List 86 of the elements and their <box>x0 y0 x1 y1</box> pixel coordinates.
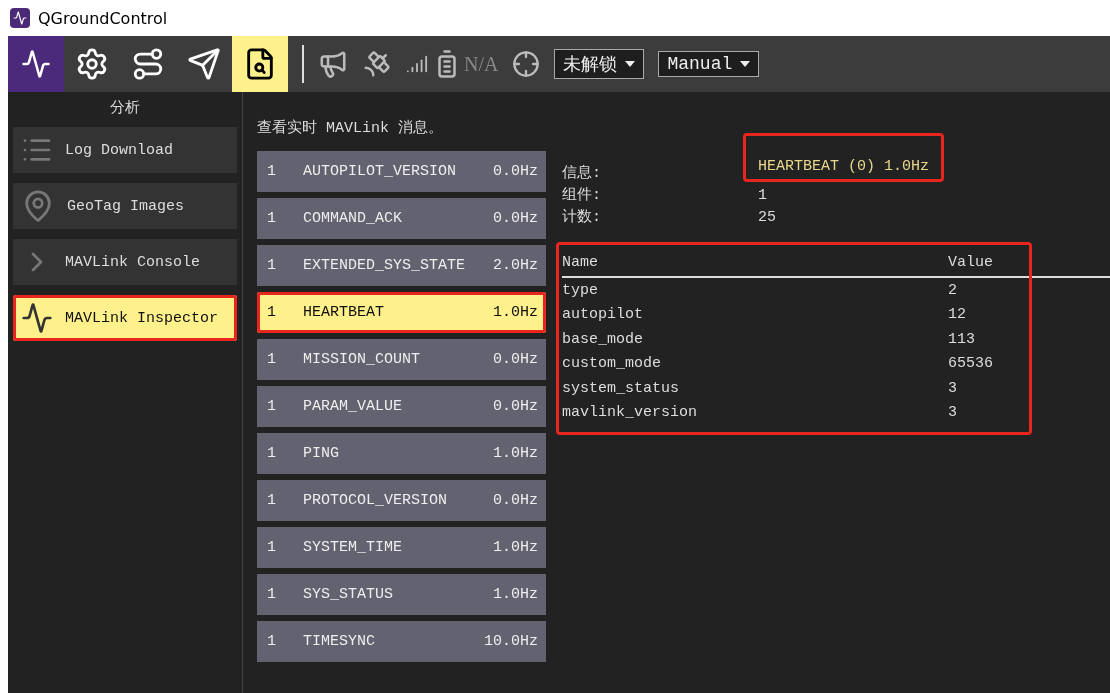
megaphone-icon[interactable] <box>318 49 348 79</box>
component-id: 1 <box>267 586 277 603</box>
table-cell-text: 3 <box>948 404 958 422</box>
sidebar-title: 分析 <box>110 99 140 117</box>
component-id: 1 <box>267 492 277 509</box>
table-cell-text: 12 <box>948 306 967 324</box>
toolbar-button[interactable] <box>8 36 64 92</box>
paper-plane-icon <box>187 47 221 81</box>
logo-icon <box>21 49 51 79</box>
message-name: SYSTEM_TIME <box>303 539 404 556</box>
message-name: COMMAND_ACK <box>303 210 404 227</box>
sidebar-item[interactable]: MAVLink Console <box>13 239 237 285</box>
message-rate: 0.0Hz <box>493 210 538 227</box>
detail-label: 信息: <box>562 164 602 182</box>
table-cell-text: 2 <box>948 281 958 299</box>
caret-icon <box>625 61 636 67</box>
column-header: Name <box>562 253 599 271</box>
message-row[interactable]: 1 EXTENDED_SYS_STATE 2.0Hz <box>257 245 546 286</box>
caret-icon <box>740 61 751 67</box>
message-rate: 1.0Hz <box>493 539 538 556</box>
message-name: AUTOPILOT_VERSION <box>303 163 458 180</box>
detail-value: HEARTBEAT (0) 1.0Hz <box>743 133 945 182</box>
component-id: 1 <box>267 633 277 650</box>
sidebar-item[interactable]: MAVLink Inspector <box>13 295 237 341</box>
detail-label: 计数: <box>562 207 602 226</box>
toolbar-button[interactable] <box>232 36 288 92</box>
message-row[interactable]: 1 PROTOCOL_VERSION 0.0Hz <box>257 480 546 521</box>
message-row[interactable]: 1 COMMAND_ACK 0.0Hz <box>257 198 546 239</box>
detail-value: 25 <box>758 209 776 226</box>
message-rate: 10.0Hz <box>484 633 538 650</box>
message-name: PROTOCOL_VERSION <box>303 492 449 509</box>
message-name: PARAM_VALUE <box>303 398 404 415</box>
message-name: SYS_STATUS <box>303 586 394 603</box>
component-id: 1 <box>267 257 277 274</box>
component-id: 1 <box>267 163 277 180</box>
detail-value: 1 <box>758 187 767 204</box>
page-heading: 查看实时 MAVLink 消息。 <box>257 118 444 137</box>
message-row[interactable]: 1 SYSTEM_TIME 1.0Hz <box>257 527 546 568</box>
signal-icon[interactable] <box>406 53 428 75</box>
sidebar-item[interactable]: Log Download <box>13 127 237 173</box>
component-id: 1 <box>267 398 277 415</box>
route-icon <box>131 47 165 81</box>
column-header: Value <box>948 253 994 271</box>
component-id: 1 <box>267 304 277 321</box>
message-row[interactable]: 1 HEARTBEAT 1.0Hz <box>257 292 546 333</box>
arm-dropdown[interactable]: 未解锁 <box>554 49 645 79</box>
message-name: EXTENDED_SYS_STATE <box>303 257 467 274</box>
table-cell-text: type <box>562 281 599 299</box>
window-title: QGroundControl <box>38 8 168 28</box>
message-row[interactable]: 1 SYS_STATUS 1.0Hz <box>257 574 546 615</box>
component-id: 1 <box>267 539 277 556</box>
message-row[interactable]: 1 AUTOPILOT_VERSION 0.0Hz <box>257 151 546 192</box>
table-cell-text: 65536 <box>948 355 994 373</box>
table-cell-text: custom_mode <box>562 355 663 373</box>
message-row[interactable]: 1 PING 1.0Hz <box>257 433 546 474</box>
battery-reading: N/A <box>464 52 499 76</box>
message-rate: 1.0Hz <box>493 586 538 603</box>
table-cell-text: autopilot <box>562 306 644 324</box>
message-rate: 0.0Hz <box>493 492 538 509</box>
message-row[interactable]: 1 PARAM_VALUE 0.0Hz <box>257 386 546 427</box>
table-cell-text: 3 <box>948 379 958 397</box>
crosshair-icon[interactable] <box>512 50 541 78</box>
table-cell-text: mavlink_version <box>562 404 699 422</box>
app-logo-icon <box>10 8 30 28</box>
component-id: 1 <box>267 445 277 462</box>
message-rate: 0.0Hz <box>493 398 538 415</box>
message-rate: 0.0Hz <box>493 163 538 180</box>
message-rate: 2.0Hz <box>493 257 538 274</box>
message-name: TIMESYNC <box>303 633 376 650</box>
message-row[interactable]: 1 TIMESYNC 10.0Hz <box>257 621 546 662</box>
satellite-icon[interactable] <box>362 49 392 79</box>
message-name: MISSION_COUNT <box>303 351 422 368</box>
message-row[interactable]: 1 MISSION_COUNT 0.0Hz <box>257 339 546 380</box>
component-id: 1 <box>267 351 277 368</box>
detail-label: 组件: <box>562 186 602 204</box>
message-rate: 0.0Hz <box>493 351 538 368</box>
sidebar-item[interactable]: GeoTag Images <box>13 183 237 229</box>
message-name: HEARTBEAT <box>303 304 385 321</box>
component-id: 1 <box>267 210 277 227</box>
table-cell-text: 113 <box>948 330 976 348</box>
message-name: PING <box>303 445 340 462</box>
flight-mode-dropdown[interactable]: Manual <box>658 51 760 77</box>
table-cell-text: system_status <box>562 379 681 397</box>
message-rate: 1.0Hz <box>493 304 538 321</box>
message-rate: 1.0Hz <box>493 445 538 462</box>
table-cell-text: base_mode <box>562 330 644 348</box>
